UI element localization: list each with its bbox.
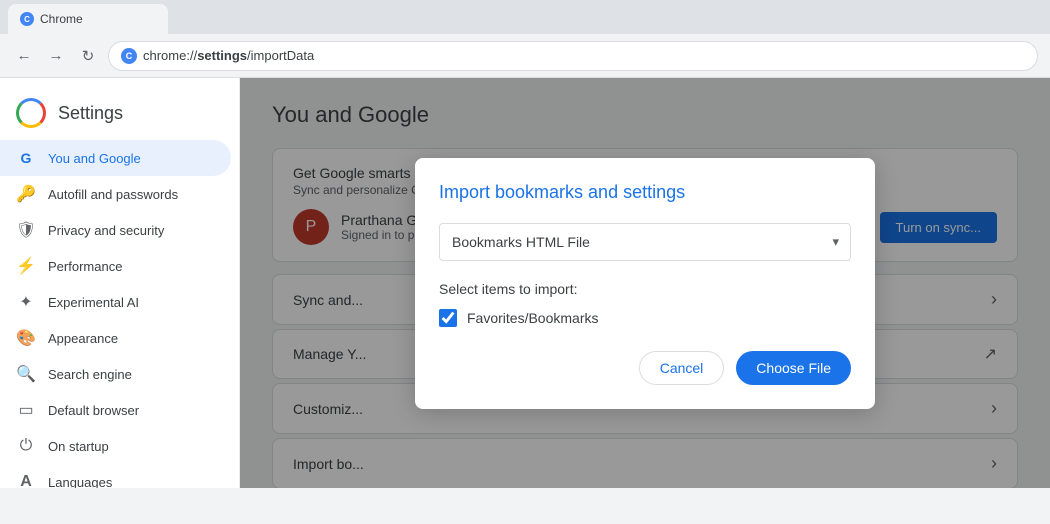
forward-button[interactable]: → [44, 44, 68, 68]
main-content: You and Google Get Google smarts in Chro… [240, 78, 1050, 488]
settings-title: Settings [58, 103, 123, 124]
settings-logo [16, 98, 46, 128]
address-static: chrome://settings/importData [143, 48, 314, 63]
cancel-button[interactable]: Cancel [639, 351, 725, 385]
autofill-icon: 🔑 [16, 184, 36, 204]
privacy-icon: 🛡 [16, 220, 36, 240]
dialog-actions: Cancel Choose File [439, 351, 851, 385]
active-tab[interactable]: C Chrome [8, 4, 168, 34]
tab-favicon: C [20, 12, 34, 26]
sidebar-item-privacy[interactable]: 🛡 Privacy and security [0, 212, 231, 248]
experimental-ai-icon: ✦ [16, 292, 36, 312]
settings-body: Settings G You and Google 🔑 Autofill and… [0, 78, 1050, 488]
address-bar[interactable]: C chrome://settings/importData [108, 41, 1038, 71]
languages-icon: A [16, 472, 36, 488]
you-and-google-icon: G [16, 148, 36, 168]
sidebar-item-languages[interactable]: A Languages [0, 464, 231, 488]
search-engine-icon: 🔍 [16, 364, 36, 384]
sidebar-label-performance: Performance [48, 259, 122, 274]
sidebar-label-autofill: Autofill and passwords [48, 187, 178, 202]
address-favicon: C [121, 48, 137, 64]
choose-file-button[interactable]: Choose File [736, 351, 851, 385]
sidebar-item-autofill[interactable]: 🔑 Autofill and passwords [0, 176, 231, 212]
sidebar-header: Settings [0, 86, 239, 140]
sidebar-label-default-browser: Default browser [48, 403, 139, 418]
dialog-title: Import bookmarks and settings [439, 182, 851, 203]
browser-tab-bar: C Chrome [0, 0, 1050, 34]
import-dialog: Import bookmarks and settings Bookmarks … [415, 158, 875, 409]
sidebar-label-search-engine: Search engine [48, 367, 132, 382]
sidebar-label-experimental-ai: Experimental AI [48, 295, 139, 310]
performance-icon: ⚡ [16, 256, 36, 276]
favorites-label: Favorites/Bookmarks [467, 310, 598, 326]
address-bar-row: ← → ↻ C chrome://settings/importData [0, 34, 1050, 78]
sidebar-item-appearance[interactable]: 🎨 Appearance [0, 320, 231, 356]
sidebar-label-languages: Languages [48, 475, 112, 489]
import-source-select[interactable]: Bookmarks HTML File Google Chrome Micros… [439, 223, 851, 261]
sidebar-item-you-and-google[interactable]: G You and Google [0, 140, 231, 176]
sidebar-label-appearance: Appearance [48, 331, 118, 346]
sidebar-label-you-and-google: You and Google [48, 151, 141, 166]
sidebar-item-search-engine[interactable]: 🔍 Search engine [0, 356, 231, 392]
back-button[interactable]: ← [12, 44, 36, 68]
default-browser-icon: ▭ [16, 400, 36, 420]
appearance-icon: 🎨 [16, 328, 36, 348]
select-wrapper: Bookmarks HTML File Google Chrome Micros… [439, 223, 851, 261]
sidebar-label-on-startup: On startup [48, 439, 109, 454]
sidebar-item-on-startup[interactable]: ⏻ On startup [0, 428, 231, 464]
reload-button[interactable]: ↻ [76, 44, 100, 68]
on-startup-icon: ⏻ [16, 436, 36, 456]
checkbox-row: Favorites/Bookmarks [439, 309, 851, 327]
favorites-checkbox[interactable] [439, 309, 457, 327]
sidebar-item-experimental-ai[interactable]: ✦ Experimental AI [0, 284, 231, 320]
sidebar-label-privacy: Privacy and security [48, 223, 164, 238]
sidebar-item-default-browser[interactable]: ▭ Default browser [0, 392, 231, 428]
sidebar: Settings G You and Google 🔑 Autofill and… [0, 78, 240, 488]
tab-title: Chrome [40, 12, 83, 26]
import-label: Select items to import: [439, 281, 851, 297]
sidebar-item-performance[interactable]: ⚡ Performance [0, 248, 231, 284]
overlay: Import bookmarks and settings Bookmarks … [240, 78, 1050, 488]
